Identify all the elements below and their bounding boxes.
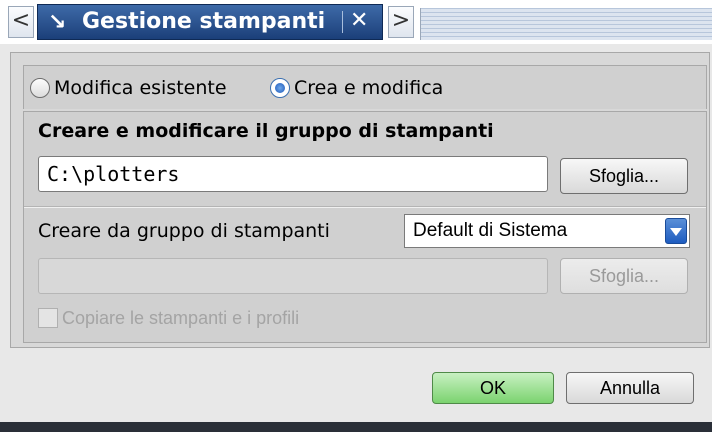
chevron-right-icon[interactable]: > — [388, 6, 414, 38]
chevron-left-icon[interactable]: < — [8, 6, 34, 38]
radio-selected-icon[interactable] — [270, 78, 290, 98]
source-group-selected: Default di Sistema — [413, 220, 568, 241]
browse-button[interactable]: Sfoglia... — [560, 158, 688, 194]
close-icon[interactable]: ✕ — [350, 8, 368, 34]
divider-highlight — [24, 207, 706, 208]
radio-modify-existing-label: Modifica esistente — [54, 77, 227, 99]
printer-manager-dialog: Modifica esistente Crea e modifica Crear… — [10, 52, 710, 348]
group-title: Creare e modificare il gruppo di stampan… — [38, 120, 494, 142]
chevron-down-icon[interactable] — [665, 218, 687, 244]
copy-printers-label: Copiare le stampanti e i profili — [62, 307, 300, 328]
source-group-dropdown[interactable]: Default di Sistema — [404, 214, 690, 248]
title-bar-stripe — [420, 8, 712, 40]
cancel-button[interactable]: Annulla — [566, 372, 694, 404]
dialog-tab[interactable]: ↘ Gestione stampanti ✕ — [37, 4, 383, 40]
radio-create-and-modify[interactable]: Crea e modifica — [270, 76, 443, 100]
printer-group-panel: Creare e modificare il gruppo di stampan… — [23, 111, 707, 343]
printer-group-path-input[interactable]: C:\plotters — [38, 156, 548, 192]
copy-printers-option[interactable]: Copiare le stampanti e i profili — [38, 306, 299, 330]
source-group-label: Creare da gruppo di stampanti — [38, 220, 330, 242]
pin-icon[interactable]: ↘ — [48, 11, 66, 35]
dialog-title: Gestione stampanti — [82, 9, 326, 34]
window-bottom-edge — [0, 422, 712, 432]
radio-create-and-modify-label: Crea e modifica — [294, 77, 444, 99]
title-separator — [342, 11, 343, 33]
copy-printers-checkbox[interactable] — [38, 308, 58, 328]
source-group-path-input[interactable] — [38, 258, 548, 294]
title-bar: < ↘ Gestione stampanti ✕ > — [0, 0, 712, 44]
radio-modify-existing[interactable]: Modifica esistente — [30, 76, 227, 100]
mode-selector: Modifica esistente Crea e modifica — [23, 65, 707, 109]
ok-button[interactable]: OK — [432, 372, 554, 404]
radio-unselected-icon[interactable] — [30, 78, 50, 98]
browse-source-button[interactable]: Sfoglia... — [560, 258, 688, 294]
